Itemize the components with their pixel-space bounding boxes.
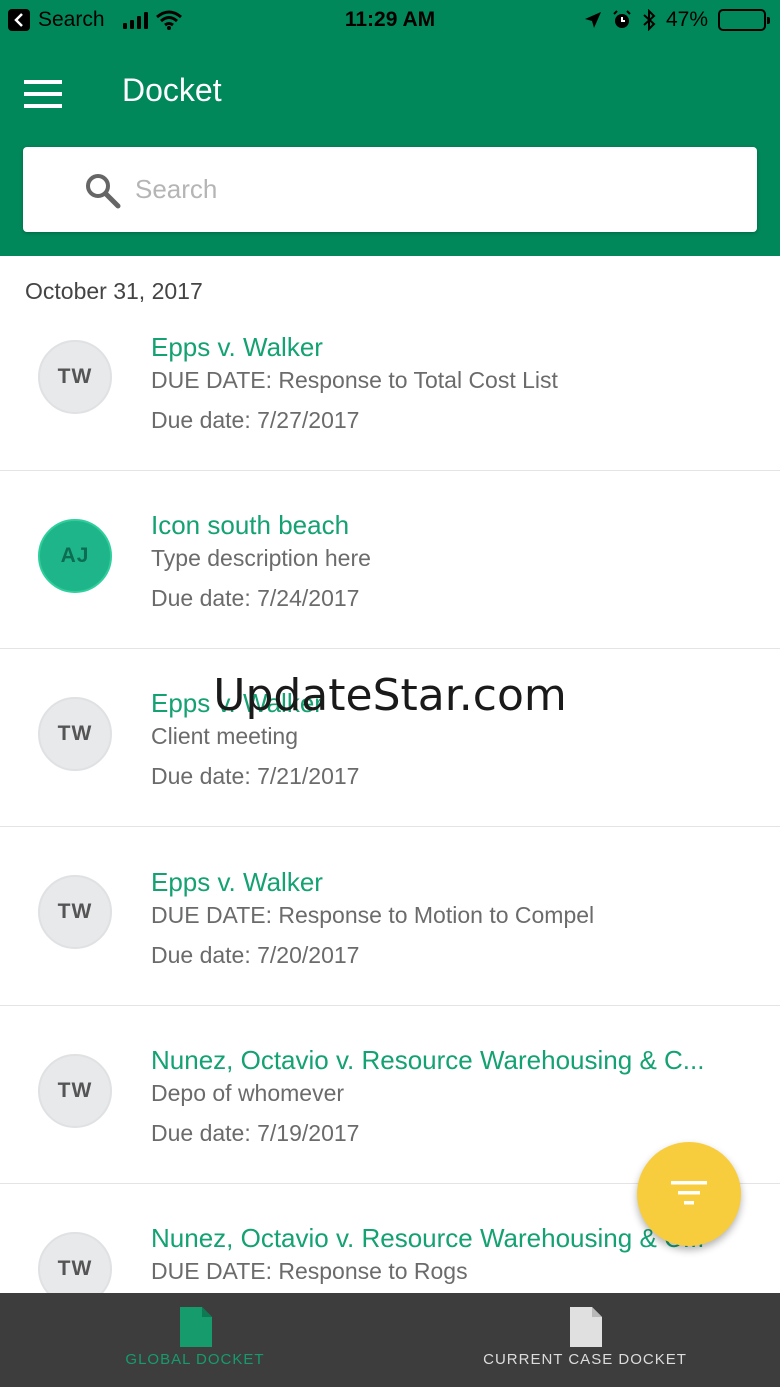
- filter-fab-button[interactable]: [637, 1142, 741, 1246]
- alarm-icon: [613, 10, 631, 28]
- docket-item-description: DUE DATE: Response to Motion to Compel: [151, 902, 595, 928]
- tab-label: CURRENT CASE DOCKET: [483, 1351, 687, 1368]
- docket-item-due-date: Due date: 7/27/2017: [151, 407, 360, 433]
- hamburger-menu-icon[interactable]: [24, 78, 64, 110]
- search-bar[interactable]: [23, 147, 757, 232]
- document-icon: [180, 1307, 212, 1347]
- docket-item-description: DUE DATE: Response to Rogs: [151, 1258, 468, 1284]
- docket-item[interactable]: AJ Icon south beach Type description her…: [0, 471, 780, 649]
- filter-icon: [671, 1181, 707, 1205]
- avatar: TW: [38, 875, 112, 949]
- status-bar: Search 11:29 AM 47%: [0, 0, 780, 40]
- docket-item-description: Depo of whomever: [151, 1080, 345, 1106]
- tab-global-docket[interactable]: GLOBAL DOCKET: [0, 1293, 390, 1387]
- bluetooth-icon: [643, 9, 656, 31]
- docket-list: October 31, 2017 TW Epps v. Walker DUE D…: [0, 256, 780, 1293]
- tab-current-case-docket[interactable]: CURRENT CASE DOCKET: [390, 1293, 780, 1387]
- docket-item-title: Icon south beach: [151, 510, 350, 540]
- app-header: Search 11:29 AM 47% Docket: [0, 0, 780, 256]
- docket-item-due-date: Due date: 7/20/2017: [151, 942, 360, 968]
- docket-item-description: Client meeting: [151, 723, 299, 749]
- docket-item-description: Type description here: [151, 545, 371, 571]
- document-icon: [570, 1307, 602, 1347]
- battery-icon: [718, 9, 770, 31]
- battery-percent: 47%: [665, 8, 708, 31]
- location-arrow-icon: [584, 12, 601, 28]
- search-icon: [86, 174, 121, 209]
- docket-item[interactable]: TW Epps v. Walker DUE DATE: Response to …: [0, 828, 780, 1006]
- docket-item-due-date: Due date: 7/21/2017: [151, 763, 360, 789]
- docket-item-due-date: Due date: 7/24/2017: [151, 585, 360, 611]
- avatar: TW: [38, 1054, 112, 1128]
- bottom-navigation: GLOBAL DOCKET CURRENT CASE DOCKET: [0, 1293, 780, 1387]
- docket-item[interactable]: TW Epps v. Walker DUE DATE: Response to …: [0, 293, 780, 471]
- avatar: AJ: [38, 519, 112, 593]
- docket-item-title: Epps v. Walker: [151, 332, 323, 362]
- tab-label: GLOBAL DOCKET: [125, 1351, 265, 1368]
- avatar: TW: [38, 1232, 112, 1293]
- status-right: 47%: [584, 8, 770, 32]
- docket-item-title: Epps v. Walker: [151, 867, 323, 897]
- docket-item-title: Nunez, Octavio v. Resource Warehousing &…: [151, 1223, 705, 1253]
- avatar: TW: [38, 340, 112, 414]
- docket-item-due-date: Due date: 7/19/2017: [151, 1120, 360, 1146]
- watermark: UpdateStar.com: [213, 670, 567, 721]
- page-title: Docket: [122, 72, 222, 108]
- search-input[interactable]: [135, 167, 735, 211]
- docket-item-title: Nunez, Octavio v. Resource Warehousing &…: [151, 1045, 705, 1075]
- docket-item-description: DUE DATE: Response to Total Cost List: [151, 367, 558, 393]
